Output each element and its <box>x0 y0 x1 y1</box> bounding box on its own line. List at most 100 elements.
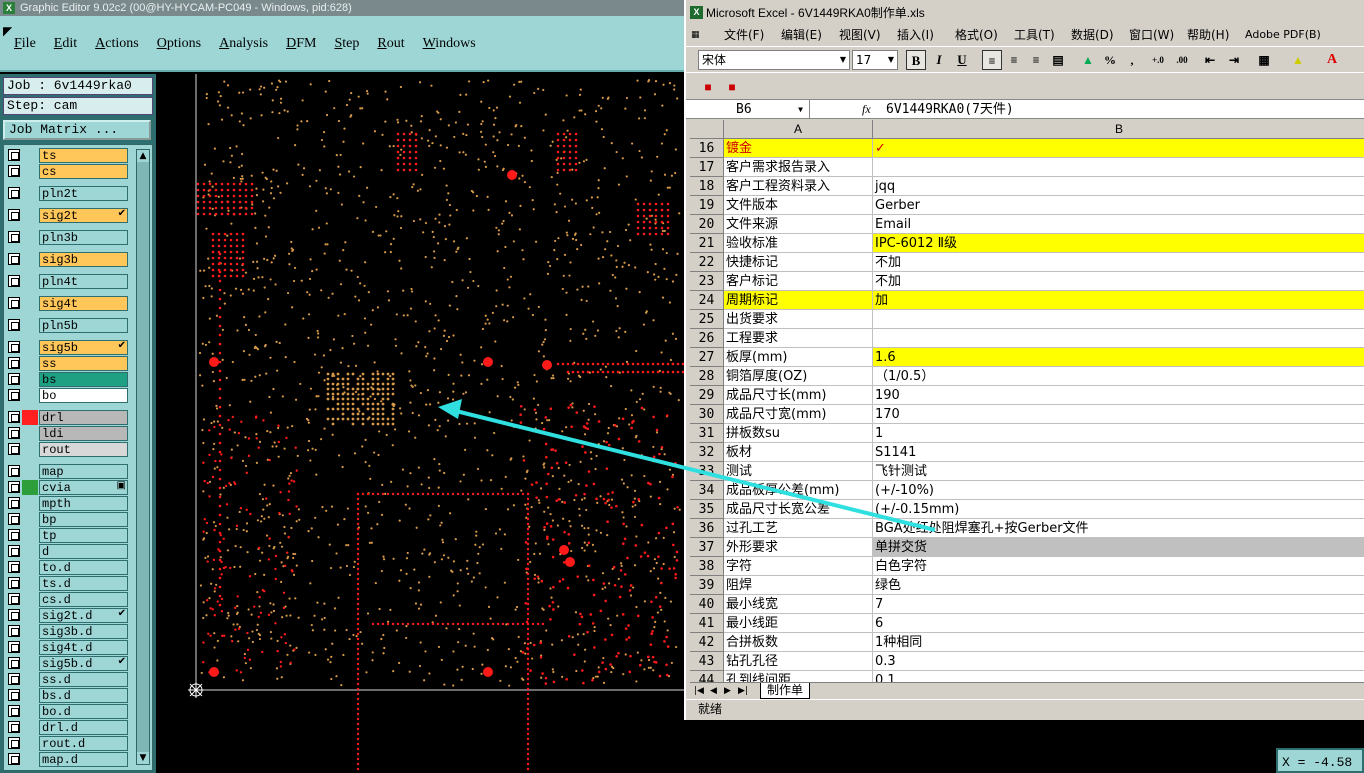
cell-b[interactable]: 白色字符 <box>873 557 1364 576</box>
layer-color-swatch[interactable] <box>22 719 38 735</box>
menu-file[interactable]: File <box>14 36 36 52</box>
row-header[interactable]: 33 <box>690 462 724 481</box>
layer-name[interactable]: ldi <box>39 425 128 441</box>
row-header[interactable]: 25 <box>690 310 724 329</box>
layer-checkbox[interactable] <box>8 443 20 455</box>
layer-color-swatch[interactable] <box>22 495 38 511</box>
layer-row[interactable]: pln2t <box>8 185 128 201</box>
layer-name[interactable]: cs <box>39 163 128 179</box>
row-header[interactable]: 34 <box>690 481 724 500</box>
layer-row[interactable]: ss <box>8 355 128 371</box>
cell-b[interactable]: 单拼交货 <box>873 538 1364 557</box>
layer-checkbox[interactable] <box>8 721 20 733</box>
pdf-review-icon[interactable]: ■ <box>722 77 742 97</box>
cell-a[interactable]: 成品尺寸长(mm) <box>724 386 873 405</box>
cell-a[interactable]: 文件版本 <box>724 196 873 215</box>
cell-a[interactable]: 客户工程资料录入 <box>724 177 873 196</box>
layer-row[interactable]: sig5b.d ✔ <box>8 655 128 671</box>
cell-a[interactable]: 客户标记 <box>724 272 873 291</box>
layer-row[interactable]: ts.d <box>8 575 128 591</box>
layer-checkbox[interactable] <box>8 319 20 331</box>
row-header[interactable]: 26 <box>690 329 724 348</box>
layer-row[interactable]: bs.d <box>8 687 128 703</box>
cell-b[interactable]: 绿色 <box>873 576 1364 595</box>
row-header[interactable]: 36 <box>690 519 724 538</box>
layer-name[interactable]: bs.d <box>39 687 128 703</box>
cell-a[interactable]: 验收标准 <box>724 234 873 253</box>
layer-name[interactable]: to.d <box>39 559 128 575</box>
font-name-select[interactable]: 宋体 ▼ <box>698 50 850 70</box>
layer-name[interactable]: map.d <box>39 751 128 767</box>
cell-b[interactable]: Gerber <box>873 196 1364 215</box>
cell-a[interactable]: 出货要求 <box>724 310 873 329</box>
layer-color-swatch[interactable] <box>22 147 38 163</box>
bold-button[interactable]: B <box>906 50 926 70</box>
layer-name[interactable]: ts <box>39 147 128 163</box>
layer-checkbox[interactable] <box>8 411 20 423</box>
menu-windows[interactable]: Windows <box>423 36 476 52</box>
cell-b[interactable]: BGA处红处阻焊塞孔+按Gerber文件 <box>873 519 1364 538</box>
layer-color-swatch[interactable] <box>22 163 38 179</box>
layer-checkbox[interactable] <box>8 529 20 541</box>
layer-name[interactable]: mpth <box>39 495 128 511</box>
layer-row[interactable]: sig2t ✔ <box>8 207 128 223</box>
italic-button[interactable]: I <box>929 50 949 70</box>
pcb-graphic-canvas[interactable] <box>158 74 684 773</box>
layer-checkbox[interactable] <box>8 753 20 765</box>
menu-edit[interactable]: Edit <box>54 36 77 52</box>
cell-a[interactable]: 成品板厚公差(mm) <box>724 481 873 500</box>
layer-color-swatch[interactable] <box>22 687 38 703</box>
cell-b[interactable]: 1 <box>873 424 1364 443</box>
first-sheet-icon[interactable]: |◀ <box>694 683 704 700</box>
layer-name[interactable]: ss <box>39 355 128 371</box>
layer-color-swatch[interactable] <box>22 479 38 495</box>
layer-scrollbar[interactable]: ▲ ▼ <box>136 149 150 765</box>
borders-icon[interactable]: ▦ <box>1254 50 1274 70</box>
layer-color-swatch[interactable] <box>22 185 38 201</box>
layer-checkbox[interactable] <box>8 149 20 161</box>
row-header[interactable]: 28 <box>690 367 724 386</box>
layer-name[interactable]: ts.d <box>39 575 128 591</box>
cell-a[interactable]: 阻焊 <box>724 576 873 595</box>
layer-name[interactable]: sig5b.d <box>39 655 128 671</box>
cell-b[interactable]: ✓ <box>873 139 1364 158</box>
layer-name[interactable]: pln4t <box>39 273 128 289</box>
cell-b[interactable]: (+/-10%) <box>873 481 1364 500</box>
menu-options[interactable]: Options <box>157 36 201 52</box>
excel-menu-format[interactable]: 格式(O) <box>955 24 998 46</box>
cell-b[interactable]: （1/0.5） <box>873 367 1364 386</box>
menu-analysis[interactable]: Analysis <box>219 36 268 52</box>
layer-row[interactable]: bo.d <box>8 703 128 719</box>
layer-color-swatch[interactable] <box>22 251 38 267</box>
layer-row[interactable]: bs <box>8 371 128 387</box>
cell-a[interactable]: 文件来源 <box>724 215 873 234</box>
layer-row[interactable]: cvia ▣ <box>8 479 128 495</box>
layer-row[interactable]: sig3b <box>8 251 128 267</box>
cell-a[interactable]: 成品尺寸宽(mm) <box>724 405 873 424</box>
cell-a[interactable]: 拼板数su <box>724 424 873 443</box>
cell-a[interactable]: 铜箔厚度(OZ) <box>724 367 873 386</box>
align-right-icon[interactable]: ≡ <box>1026 50 1046 70</box>
cell-b[interactable]: 7 <box>873 595 1364 614</box>
row-header[interactable]: 31 <box>690 424 724 443</box>
cell-a[interactable]: 测试 <box>724 462 873 481</box>
layer-color-swatch[interactable] <box>22 527 38 543</box>
layer-row[interactable]: ldi <box>8 425 128 441</box>
cell-b[interactable]: 0.3 <box>873 652 1364 671</box>
layer-row[interactable]: map.d <box>8 751 128 767</box>
cell-a[interactable]: 过孔工艺 <box>724 519 873 538</box>
cell-b[interactable] <box>873 329 1364 348</box>
cell-a[interactable]: 客户需求报告录入 <box>724 158 873 177</box>
layer-color-swatch[interactable] <box>22 295 38 311</box>
row-header[interactable]: 41 <box>690 614 724 633</box>
layer-name[interactable]: sig5b <box>39 339 128 355</box>
layer-checkbox[interactable] <box>8 545 20 557</box>
layer-name[interactable]: pln5b <box>39 317 128 333</box>
layer-name[interactable]: sig3b.d <box>39 623 128 639</box>
cell-a[interactable]: 成品尺寸长宽公差 <box>724 500 873 519</box>
excel-menu-insert[interactable]: 插入(I) <box>897 24 934 46</box>
layer-name[interactable]: sig3b <box>39 251 128 267</box>
formula-input[interactable]: 6V1449RKA0(7天件) <box>886 100 1014 119</box>
menu-step[interactable]: Step <box>334 36 359 52</box>
layer-checkbox[interactable] <box>8 577 20 589</box>
